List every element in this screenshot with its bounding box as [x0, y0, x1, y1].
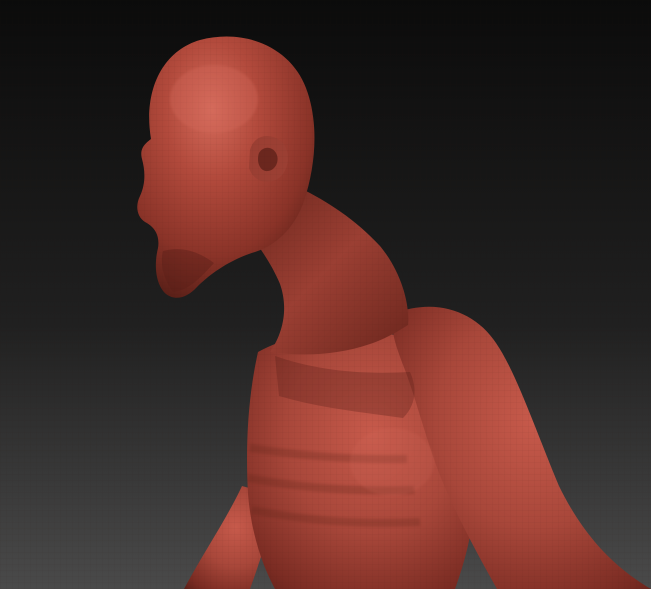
chest-highlight: [350, 428, 434, 496]
viewport-canvas[interactable]: [0, 0, 651, 589]
head-highlight: [170, 65, 258, 133]
3d-viewport[interactable]: [0, 0, 651, 589]
sculpt-model[interactable]: [0, 0, 651, 589]
wireframe-overlay: [0, 0, 651, 589]
